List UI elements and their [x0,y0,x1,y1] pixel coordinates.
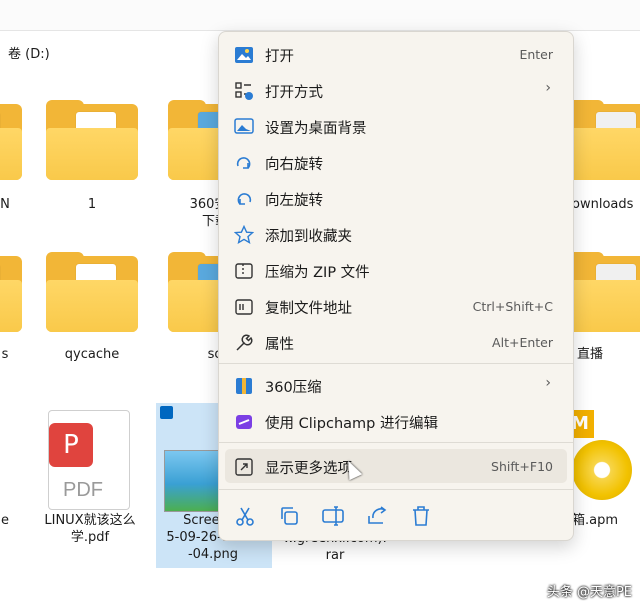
more-options-icon [235,458,253,476]
menu-item-open[interactable]: 打开 Enter [225,37,567,71]
menu-item-rotate-right[interactable]: 向右旋转 [225,145,567,179]
cut-icon[interactable] [233,504,257,528]
menu-item-label: 打开方式 [265,85,323,101]
menu-item-label: 属性 [265,337,294,353]
address-bar[interactable]: 卷 (D:) [8,43,50,62]
menu-item-rotate-left[interactable]: 向左旋转 [225,181,567,215]
apm-file-icon[interactable]: M [566,410,640,510]
context-menu: 打开 Enter 打开方式 › 设置为桌面背景 向右旋转 向左旋转 添加到收藏夹… [218,31,574,541]
zip-icon [235,263,253,279]
title-bar [0,0,640,31]
menu-item-label: 360压缩 [265,380,322,396]
menu-divider [219,489,573,490]
menu-item-label: 复制文件地址 [265,301,352,317]
file-label: qycache [64,347,120,362]
photo-open-icon [235,47,253,63]
star-icon [234,225,254,245]
menu-item-label: 压缩为 ZIP 文件 [265,265,370,281]
menu-item-compress-zip[interactable]: 压缩为 ZIP 文件 [225,253,567,287]
menu-item-label: 向右旋转 [265,157,323,173]
chevron-right-icon: › [545,375,551,391]
menu-item-add-favorite[interactable]: 添加到收藏夹 [225,217,567,251]
file-label: LINUX就该这么 学.pdf [44,513,136,545]
menu-item-label: 向左旋转 [265,193,323,209]
rotate-left-icon [237,193,252,205]
delete-icon[interactable] [409,504,433,528]
wrench-icon [236,334,253,351]
menu-divider [219,363,573,364]
menu-item-clipchamp[interactable]: 使用 Clipchamp 进行编辑 [225,404,567,438]
menu-item-set-background[interactable]: 设置为桌面背景 [225,109,567,143]
checkbox-checked-icon[interactable] [160,406,173,419]
desktop-background-icon [234,118,254,134]
menu-item-label: 添加到收藏夹 [265,229,352,245]
menu-item-shortcut: Ctrl+Shift+C [472,299,553,314]
menu-item-360-compress[interactable]: 360压缩 › [225,368,567,402]
share-icon[interactable] [365,504,389,528]
file-label: 1 [87,197,97,212]
menu-item-shortcut: Alt+Enter [492,335,553,350]
copy-path-icon [235,299,253,315]
watermark: 头条 @天意PE [546,585,632,600]
menu-divider [219,442,573,443]
menu-item-open-with[interactable]: 打开方式 › [225,73,567,107]
pdf-file-icon[interactable]: P PDF [48,410,130,510]
chevron-right-icon: › [545,80,551,96]
menu-item-label: 打开 [265,49,294,65]
menu-item-copy-path[interactable]: 复制文件地址 Ctrl+Shift+C [225,289,567,323]
open-with-icon [235,82,253,100]
menu-item-label: 设置为桌面背景 [265,121,367,137]
menu-item-label: 使用 Clipchamp 进行编辑 [265,416,438,432]
rotate-right-icon [236,157,251,169]
copy-icon[interactable] [277,504,301,528]
rename-icon[interactable] [321,504,345,528]
clipchamp-icon [236,415,252,429]
menu-item-label: 显示更多选项 [265,461,352,477]
menu-item-properties[interactable]: 属性 Alt+Enter [225,325,567,359]
compress360-icon [236,378,252,394]
menu-item-show-more-options[interactable]: 显示更多选项 Shift+F10 [225,449,567,483]
menu-item-shortcut: Shift+F10 [491,459,553,474]
menu-item-shortcut: Enter [519,47,553,62]
